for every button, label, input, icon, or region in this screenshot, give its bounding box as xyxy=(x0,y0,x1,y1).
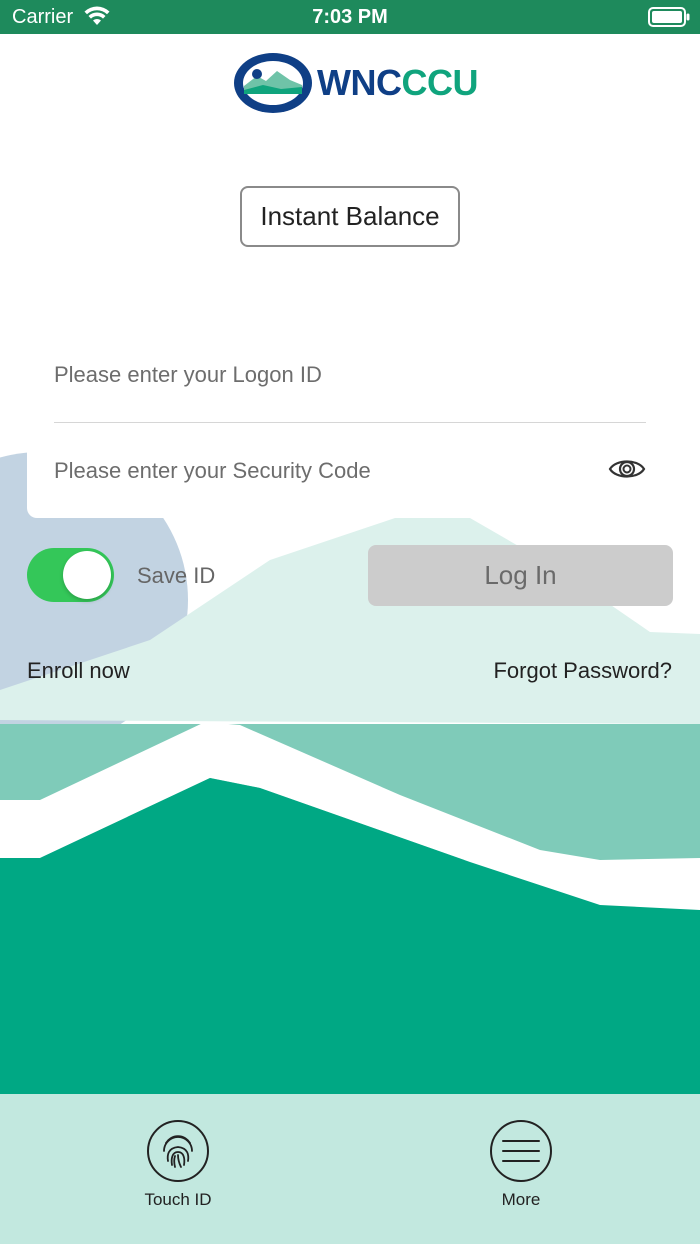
more-circle xyxy=(490,1120,552,1182)
enroll-now-link[interactable]: Enroll now xyxy=(27,658,130,684)
login-button[interactable]: Log In xyxy=(368,545,673,606)
touch-id-button[interactable]: Touch ID xyxy=(108,1120,248,1210)
menu-icon xyxy=(502,1140,540,1162)
more-label: More xyxy=(501,1190,541,1209)
security-code-placeholder: Please enter your Security Code xyxy=(54,458,371,483)
touch-id-label: Touch ID xyxy=(144,1190,212,1209)
clock: 7:03 PM xyxy=(312,6,388,28)
save-id-label: Save ID xyxy=(137,563,216,588)
eye-icon[interactable] xyxy=(608,455,646,483)
fingerprint-icon xyxy=(163,1135,193,1168)
login-screen: Carrier 7:03 PM WNCCCU Instant Balance P… xyxy=(0,0,700,1244)
logon-id-placeholder: Please enter your Logon ID xyxy=(54,362,322,387)
status-bar: Carrier 7:03 PM xyxy=(0,0,700,34)
more-button[interactable]: More xyxy=(451,1120,591,1210)
wnccu-logo: WNCCCU xyxy=(233,52,478,114)
instant-balance-button[interactable]: Instant Balance xyxy=(240,186,460,247)
forgot-password-link[interactable]: Forgot Password? xyxy=(493,658,672,684)
battery-icon xyxy=(648,7,690,27)
save-id-toggle[interactable] xyxy=(27,548,114,602)
touch-id-circle xyxy=(147,1120,209,1182)
logo-seal xyxy=(234,53,312,113)
toggle-knob xyxy=(63,551,111,599)
logo-wordmark: WNCCCU xyxy=(317,62,478,103)
security-code-input[interactable]: Please enter your Security Code xyxy=(54,441,646,501)
logon-id-input[interactable]: Please enter your Logon ID xyxy=(54,346,646,423)
bottom-bar: Touch ID More xyxy=(0,1094,700,1244)
